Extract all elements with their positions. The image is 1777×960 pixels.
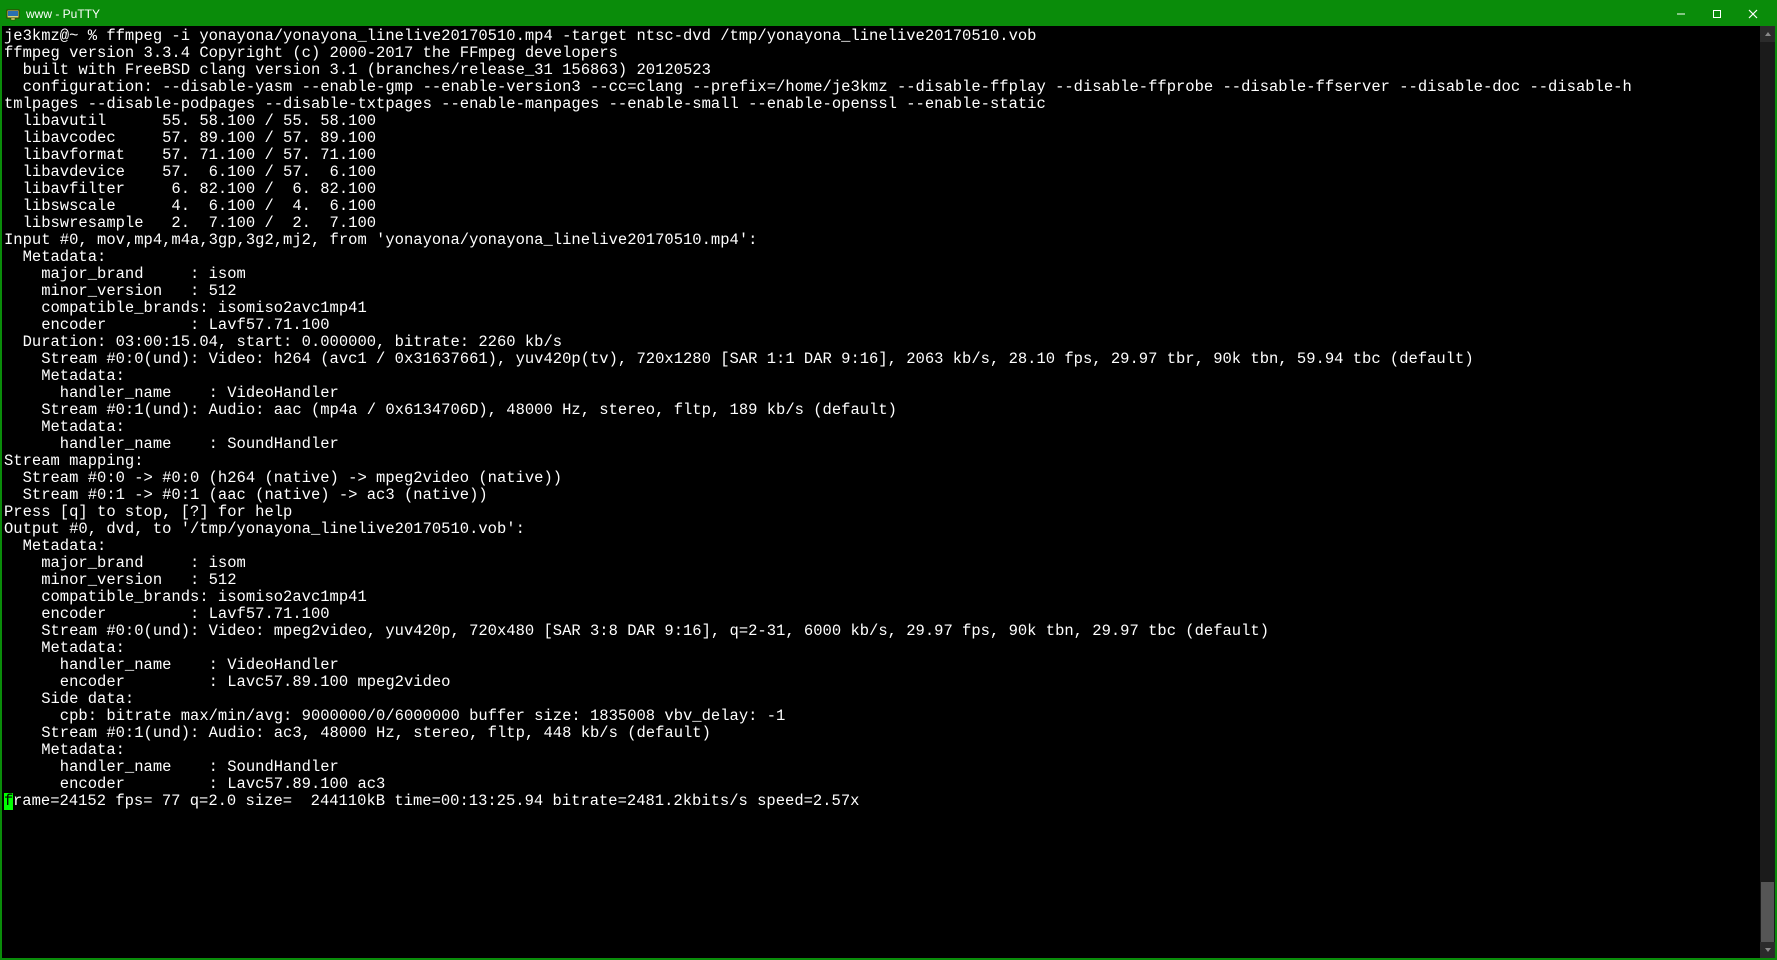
terminal-line: compatible_brands: isomiso2avc1mp41: [4, 589, 1773, 606]
terminal-line: handler_name : VideoHandler: [4, 385, 1773, 402]
terminal-line: Stream #0:1(und): Audio: aac (mp4a / 0x6…: [4, 402, 1773, 419]
terminal-line: Stream mapping:: [4, 453, 1773, 470]
terminal-line: libswscale 4. 6.100 / 4. 6.100: [4, 198, 1773, 215]
terminal-line: major_brand : isom: [4, 266, 1773, 283]
terminal-line: Stream #0:0(und): Video: mpeg2video, yuv…: [4, 623, 1773, 640]
terminal-line: handler_name : SoundHandler: [4, 759, 1773, 776]
maximize-icon: [1712, 9, 1722, 19]
terminal-line: handler_name : SoundHandler: [4, 436, 1773, 453]
close-icon: [1748, 9, 1758, 19]
terminal-line: Stream #0:1(und): Audio: ac3, 48000 Hz, …: [4, 725, 1773, 742]
terminal-line: je3kmz@~ % ffmpeg -i yonayona/yonayona_l…: [4, 28, 1773, 45]
terminal-line: Input #0, mov,mp4,m4a,3gp,3g2,mj2, from …: [4, 232, 1773, 249]
terminal-line: libavformat 57. 71.100 / 57. 71.100: [4, 147, 1773, 164]
putty-window: www - PuTTY je3kmz@~ % ffmpeg -i yonayon…: [0, 0, 1777, 960]
terminal-line: Duration: 03:00:15.04, start: 0.000000, …: [4, 334, 1773, 351]
terminal-line: libswresample 2. 7.100 / 2. 7.100: [4, 215, 1773, 232]
terminal-line: Metadata:: [4, 249, 1773, 266]
minimize-icon: [1676, 9, 1686, 19]
terminal-status-line: frame=24152 fps= 77 q=2.0 size= 244110kB…: [4, 793, 1773, 810]
terminal-line: encoder : Lavc57.89.100 mpeg2video: [4, 674, 1773, 691]
terminal-line: encoder : Lavf57.71.100: [4, 317, 1773, 334]
terminal-line: Stream #0:1 -> #0:1 (aac (native) -> ac3…: [4, 487, 1773, 504]
terminal-line: major_brand : isom: [4, 555, 1773, 572]
terminal-line: configuration: --disable-yasm --enable-g…: [4, 79, 1773, 96]
scroll-down-arrow[interactable]: [1760, 942, 1775, 958]
terminal-line: compatible_brands: isomiso2avc1mp41: [4, 300, 1773, 317]
terminal-line: built with FreeBSD clang version 3.1 (br…: [4, 62, 1773, 79]
terminal-line: Press [q] to stop, [?] for help: [4, 504, 1773, 521]
terminal-line: Metadata:: [4, 640, 1773, 657]
terminal-line: handler_name : VideoHandler: [4, 657, 1773, 674]
terminal-line: encoder : Lavf57.71.100: [4, 606, 1773, 623]
putty-icon: [6, 7, 20, 21]
chevron-up-icon: [1764, 30, 1772, 38]
terminal-line: minor_version : 512: [4, 283, 1773, 300]
window-title: www - PuTTY: [26, 7, 100, 21]
terminal-line: Side data:: [4, 691, 1773, 708]
scrollbar-thumb[interactable]: [1761, 882, 1774, 942]
terminal-cursor: f: [4, 793, 13, 810]
terminal-line: Output #0, dvd, to '/tmp/yonayona_lineli…: [4, 521, 1773, 538]
terminal-area[interactable]: je3kmz@~ % ffmpeg -i yonayona/yonayona_l…: [2, 26, 1775, 958]
terminal-line: Metadata:: [4, 368, 1773, 385]
terminal-line: libavfilter 6. 82.100 / 6. 82.100: [4, 181, 1773, 198]
terminal-line: minor_version : 512: [4, 572, 1773, 589]
terminal-line: Metadata:: [4, 742, 1773, 759]
scroll-up-arrow[interactable]: [1760, 26, 1775, 42]
terminal-line: encoder : Lavc57.89.100 ac3: [4, 776, 1773, 793]
chevron-down-icon: [1764, 946, 1772, 954]
terminal-line: ffmpeg version 3.3.4 Copyright (c) 2000-…: [4, 45, 1773, 62]
minimize-button[interactable]: [1663, 2, 1699, 26]
terminal-line: Stream #0:0(und): Video: h264 (avc1 / 0x…: [4, 351, 1773, 368]
scrollbar-track[interactable]: [1760, 42, 1775, 942]
titlebar[interactable]: www - PuTTY: [2, 2, 1775, 26]
terminal-line: libavdevice 57. 6.100 / 57. 6.100: [4, 164, 1773, 181]
terminal-line: Metadata:: [4, 419, 1773, 436]
terminal-line: Metadata:: [4, 538, 1773, 555]
close-button[interactable]: [1735, 2, 1771, 26]
terminal-line: Stream #0:0 -> #0:0 (h264 (native) -> mp…: [4, 470, 1773, 487]
terminal-line: tmlpages --disable-podpages --disable-tx…: [4, 96, 1773, 113]
terminal-line: libavcodec 57. 89.100 / 57. 89.100: [4, 130, 1773, 147]
terminal-line: cpb: bitrate max/min/avg: 9000000/0/6000…: [4, 708, 1773, 725]
scrollbar[interactable]: [1759, 26, 1775, 958]
terminal-line: libavutil 55. 58.100 / 55. 58.100: [4, 113, 1773, 130]
maximize-button[interactable]: [1699, 2, 1735, 26]
